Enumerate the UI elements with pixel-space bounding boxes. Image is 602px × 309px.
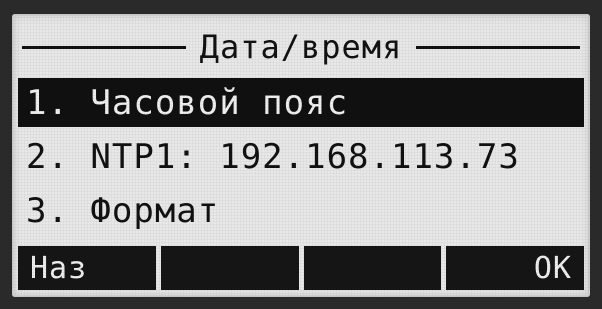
softkey-bar: Наз OK bbox=[18, 246, 584, 290]
lcd-screen: Дата/время 1. Часовой пояс 2. NTP1: 192.… bbox=[12, 14, 590, 297]
ok-softkey[interactable]: OK bbox=[446, 246, 584, 290]
softkey-2[interactable] bbox=[160, 246, 299, 290]
menu-item-ntp1[interactable]: 2. NTP1: 192.168.113.73 bbox=[18, 132, 584, 181]
menu-item-format[interactable]: 3. Формат bbox=[18, 186, 584, 235]
screen-title: Дата/время bbox=[199, 28, 403, 66]
menu-item-timezone[interactable]: 1. Часовой пояс bbox=[18, 78, 584, 127]
back-softkey[interactable]: Наз bbox=[18, 246, 156, 290]
softkey-3[interactable] bbox=[303, 246, 442, 290]
title-rule-right bbox=[416, 45, 580, 49]
screen-header: Дата/время bbox=[12, 24, 590, 70]
phone-device: Дата/время 1. Часовой пояс 2. NTP1: 192.… bbox=[0, 0, 602, 309]
title-rule-left bbox=[22, 45, 186, 49]
